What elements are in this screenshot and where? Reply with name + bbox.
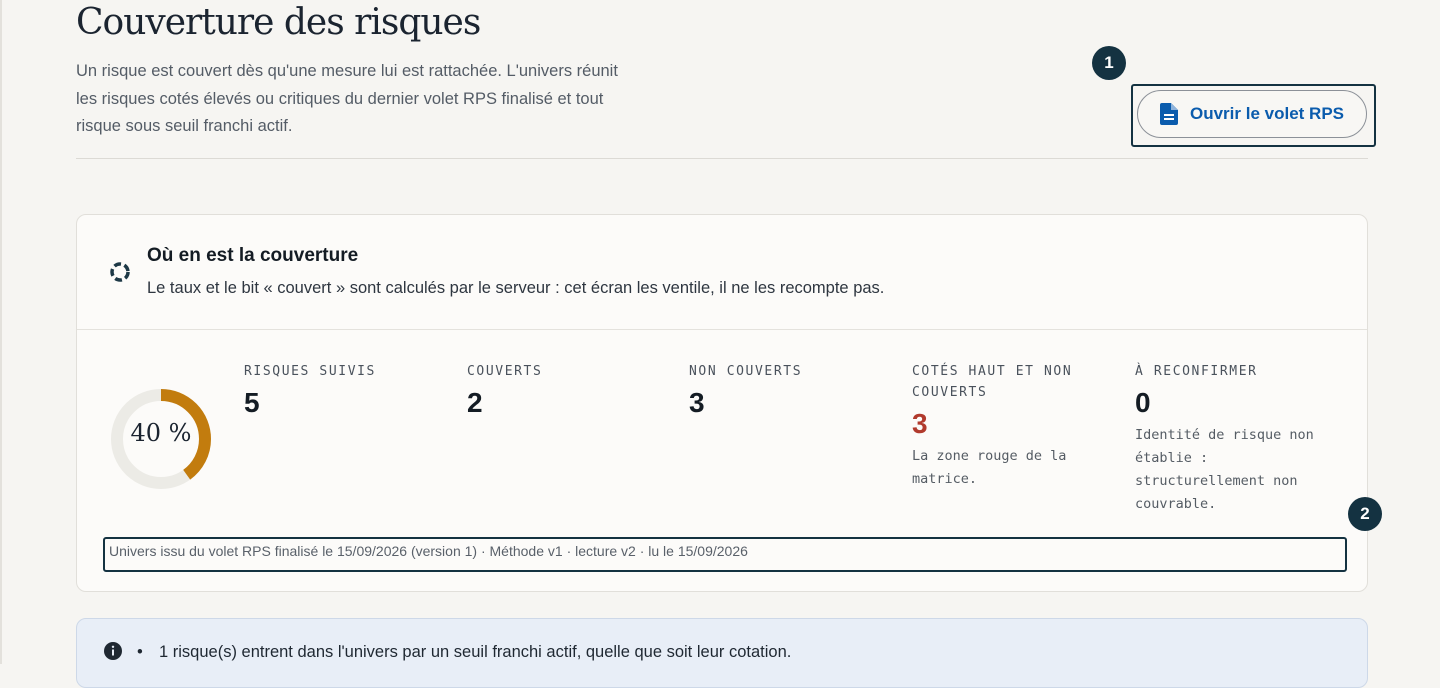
coverage-card: Où en est la couverture Le taux et le bi… <box>76 214 1368 592</box>
info-item: 1 risque(s) entrent dans l'univers par u… <box>137 643 791 662</box>
coverage-subtitle: Le taux et le bit « couvert » sont calcu… <box>147 279 885 297</box>
stat-note: Identité de risque non établie : structu… <box>1135 427 1314 512</box>
coverage-card-header: Où en est la couverture Le taux et le bi… <box>77 215 1367 330</box>
stat-label: COUVERTS <box>467 364 543 379</box>
coverage-rate: 40 % <box>130 419 192 447</box>
stat-value: 5 <box>244 387 260 418</box>
open-rps-button[interactable]: Ouvrir le volet RPS <box>1137 90 1367 138</box>
stat-a-reconfirmer: À RECONFIRMER 0 Identité de risque non é… <box>1135 361 1345 516</box>
stat-value: 0 <box>1135 387 1151 418</box>
info-banner: 1 risque(s) entrent dans l'univers par u… <box>76 618 1368 688</box>
stat-risques-suivis: RISQUES SUIVIS 5 <box>244 361 444 420</box>
stat-non-couverts: NON COUVERTS 3 <box>689 361 889 420</box>
stat-couverts: COUVERTS 2 <box>467 361 667 420</box>
stat-note: La zone rouge de la matrice. <box>912 448 1067 487</box>
stat-value: 3 <box>912 408 928 439</box>
loading-spinner-icon <box>110 262 130 282</box>
info-icon <box>104 642 122 660</box>
stat-label: À RECONFIRMER <box>1135 364 1258 379</box>
header-divider <box>76 158 1368 159</box>
coverage-title: Où en est la couverture <box>147 245 359 266</box>
open-rps-label: Ouvrir le volet RPS <box>1190 104 1344 123</box>
stat-label: RISQUES SUIVIS <box>244 364 376 379</box>
page-intro: Un risque est couvert dès qu'une mesure … <box>76 62 618 135</box>
universe-metadata: Univers issu du volet RPS finalisé le 15… <box>103 537 1347 572</box>
page-edge <box>0 0 2 664</box>
stat-label: NON COUVERTS <box>689 364 803 379</box>
annotation-badge-2: 2 <box>1348 497 1382 531</box>
annotation-badge-1: 1 <box>1092 46 1126 80</box>
stat-value: 3 <box>689 387 705 418</box>
document-icon <box>1160 103 1178 125</box>
page-title: Couverture des risques <box>76 2 481 43</box>
stat-label: COTÉS HAUT ET NON COUVERTS <box>912 364 1073 400</box>
stat-cotes-haut-non-couverts: COTÉS HAUT ET NON COUVERTS 3 La zone rou… <box>912 361 1102 491</box>
stat-value: 2 <box>467 387 483 418</box>
